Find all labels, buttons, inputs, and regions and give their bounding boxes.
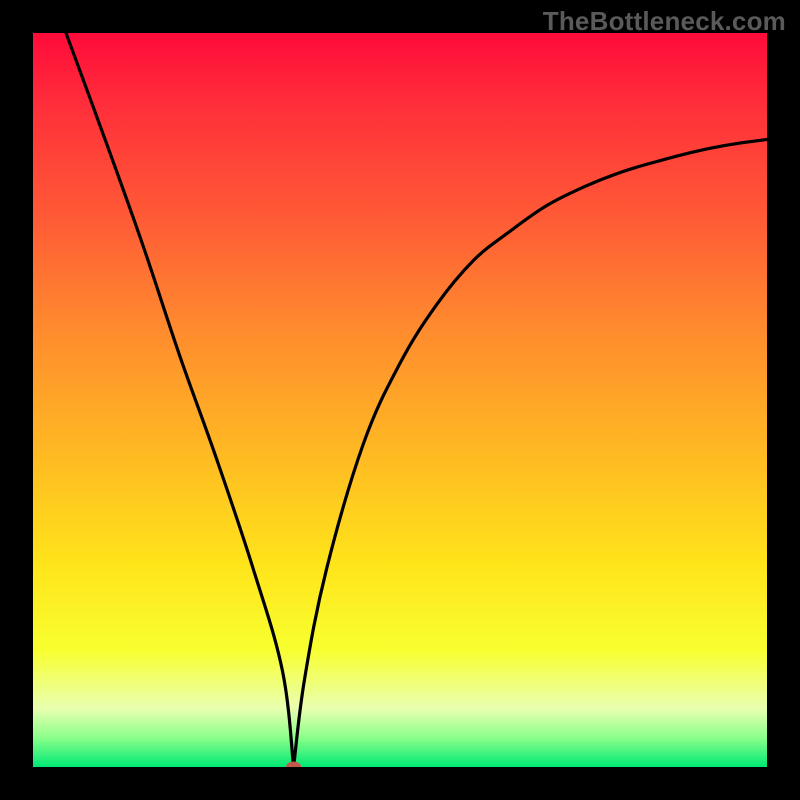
watermark-text: TheBottleneck.com xyxy=(543,6,786,37)
plot-area xyxy=(33,33,767,767)
chart-frame: TheBottleneck.com xyxy=(0,0,800,800)
min-marker-dot xyxy=(287,762,301,767)
curve-svg xyxy=(33,33,767,767)
bottleneck-curve-path xyxy=(66,33,767,767)
